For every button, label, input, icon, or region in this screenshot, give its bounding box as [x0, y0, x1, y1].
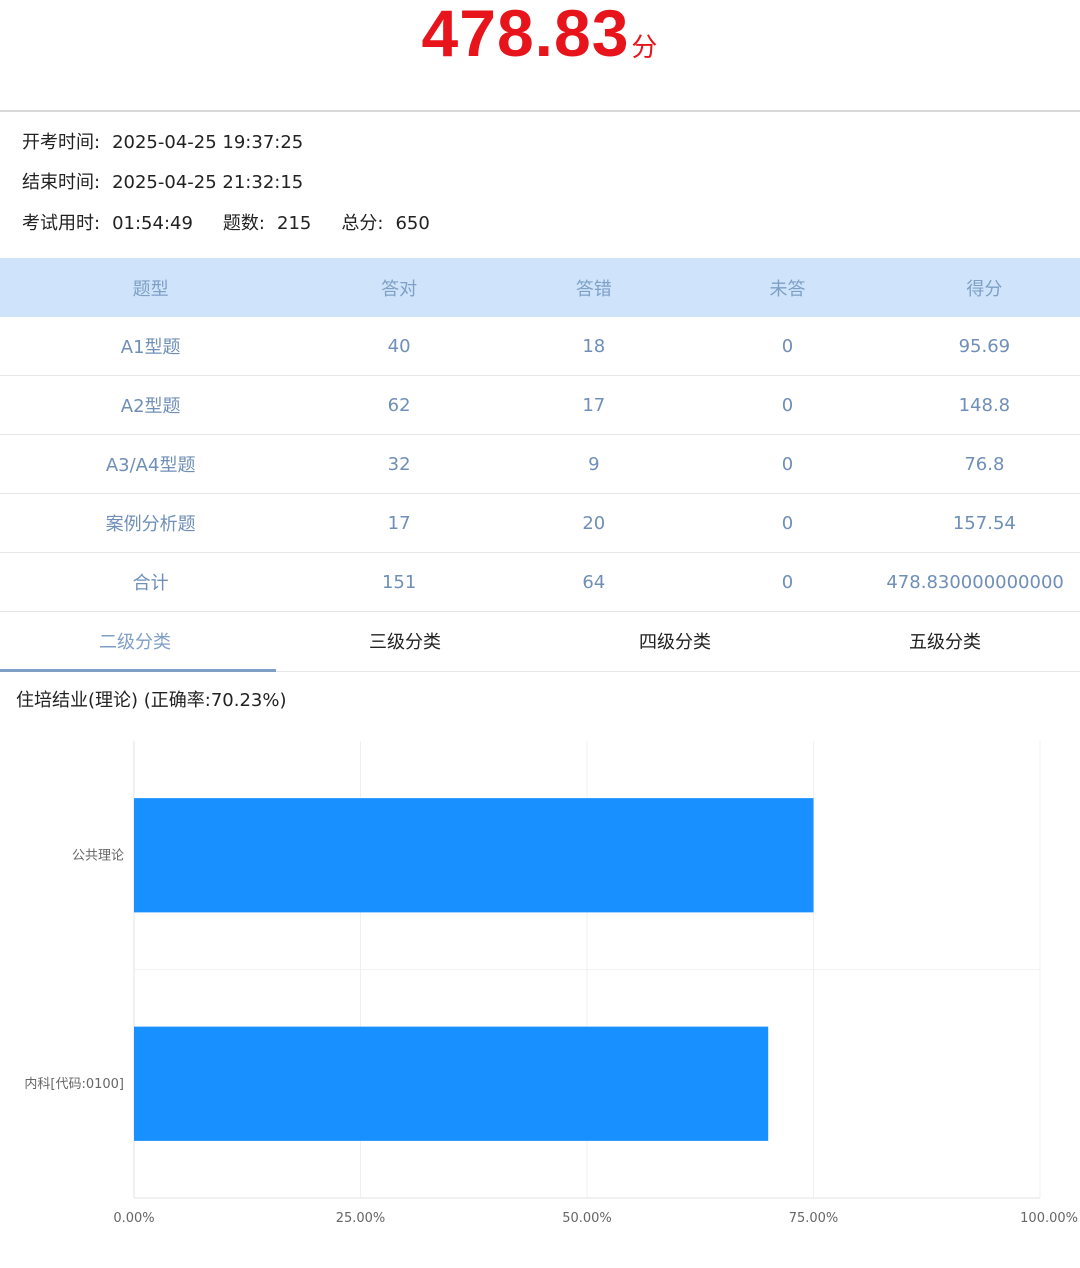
accuracy-bar-chart: 公共理论内科[代码:0100] 0.00% 25.00% 50.00% 75.00% 10… [0, 735, 1080, 1268]
cell-wrong: 18 [582, 335, 606, 357]
section-title: 住培结业(理论) (正确率:70.23%) [16, 690, 287, 711]
category-label: 内科[代码:0100] [24, 1076, 124, 1092]
score-table: 题型 答对 答错 未答 得分 A1型题 40 18 0 95.69 A2型题 6… [0, 258, 1080, 612]
x-tick-label: 25.00% [336, 1211, 386, 1226]
start-time-row: 开考时间: 2025-04-25 19:37:25 [22, 131, 303, 155]
x-tick-label: 100.00% [1020, 1211, 1078, 1226]
cell-score: 95.69 [958, 335, 1011, 357]
table-row: A1型题 40 18 0 95.69 [0, 317, 1080, 376]
cell-wrong: 64 [582, 571, 606, 593]
tab-level-2[interactable]: 二级分类 [0, 615, 276, 672]
x-tick-label: 50.00% [562, 1211, 612, 1226]
exam-stats-row: 考试用时: 01:54:49 题数: 215 总分: 650 [22, 212, 430, 236]
category-tabs: 二级分类 三级分类 四级分类 五级分类 [0, 615, 1080, 672]
cell-wrong: 17 [582, 394, 606, 416]
chart-svg: 公共理论内科[代码:0100] 0.00% 25.00% 50.00% 75.00% 10… [24, 741, 1078, 1226]
cell-unanswered: 0 [781, 453, 794, 475]
score-unit: 分 [631, 32, 659, 62]
bar [134, 1026, 769, 1141]
category-label: 公共理论 [72, 848, 124, 863]
cell-score: 76.8 [964, 453, 1005, 475]
cell-score: 148.8 [958, 394, 1011, 416]
question-count-value: 215 [277, 213, 312, 234]
header-wrong: 答错 [575, 278, 612, 300]
cell-score: 478.830000000000 [886, 571, 1064, 593]
header-correct: 答对 [381, 278, 418, 300]
start-time-label: 开考时间: [22, 132, 101, 153]
cell-unanswered: 0 [781, 512, 794, 534]
cell-wrong: 20 [582, 512, 606, 534]
tab-level-5[interactable]: 五级分类 [810, 615, 1080, 671]
table-row: 案例分析题 17 20 0 157.54 [0, 494, 1080, 553]
tab-level-3[interactable]: 三级分类 [270, 615, 540, 671]
end-time-label: 结束时间: [22, 172, 101, 193]
bar [134, 798, 814, 913]
x-tick-label: 75.00% [789, 1211, 839, 1226]
duration-label: 考试用时: [22, 213, 101, 234]
cell-type: A3/A4型题 [105, 455, 196, 476]
end-time-value: 2025-04-25 21:32:15 [112, 172, 304, 193]
cell-unanswered: 0 [781, 394, 794, 416]
cell-correct: 62 [387, 394, 411, 416]
end-time-row: 结束时间: 2025-04-25 21:32:15 [22, 171, 303, 195]
total-score: 478.83分 [0, 0, 1080, 84]
full-score-label: 总分: [341, 213, 384, 234]
cell-unanswered: 0 [781, 335, 794, 357]
table-header: 题型 答对 答错 未答 得分 [0, 258, 1080, 317]
cell-score: 157.54 [952, 512, 1016, 534]
table-row-total: 合计 151 64 0 478.830000000000 [0, 553, 1080, 612]
cell-correct: 32 [387, 453, 411, 475]
tab-level-4[interactable]: 四级分类 [540, 615, 810, 671]
cell-type: A2型题 [120, 396, 181, 417]
header-type: 题型 [132, 278, 169, 300]
score-number: 478.83 [421, 0, 630, 70]
header-score: 得分 [966, 278, 1003, 300]
cell-type: A1型题 [120, 337, 181, 358]
question-count-label: 题数: [222, 213, 265, 234]
header-divider [0, 110, 1080, 112]
duration-value: 01:54:49 [112, 213, 193, 234]
full-score-value: 650 [395, 213, 430, 234]
cell-type: 合计 [132, 573, 169, 594]
cell-correct: 17 [387, 512, 411, 534]
start-time-value: 2025-04-25 19:37:25 [112, 132, 304, 153]
cell-correct: 40 [387, 335, 411, 357]
header-unanswered: 未答 [769, 278, 806, 300]
score-header: 478.83分 [0, 0, 1080, 110]
cell-correct: 151 [381, 571, 417, 593]
cell-type: 案例分析题 [105, 514, 196, 535]
table-row: A3/A4型题 32 9 0 76.8 [0, 435, 1080, 494]
table-row: A2型题 62 17 0 148.8 [0, 376, 1080, 435]
cell-wrong: 9 [588, 453, 600, 475]
cell-unanswered: 0 [781, 571, 794, 593]
x-tick-label: 0.00% [113, 1211, 154, 1226]
